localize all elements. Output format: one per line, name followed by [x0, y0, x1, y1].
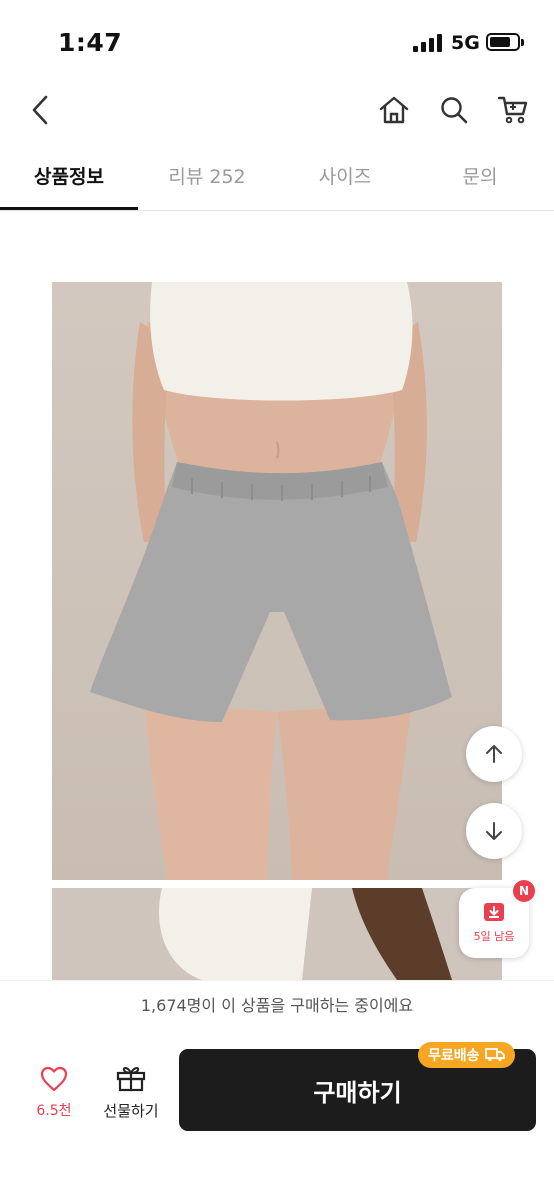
heart-icon [40, 1066, 68, 1092]
signal-icon [413, 34, 442, 52]
purchase-notice: 1,674명이 이 상품을 구매하는 중이에요 [0, 980, 554, 1032]
coupon-button[interactable]: 5일 남음 N [459, 880, 535, 958]
new-badge: N [513, 880, 535, 902]
coupon-label: 5일 남음 [473, 930, 515, 943]
search-button[interactable] [432, 88, 476, 132]
truck-icon [484, 1048, 505, 1062]
gift-label: 선물하기 [103, 1102, 159, 1120]
tab-size[interactable]: 사이즈 [276, 162, 414, 189]
home-icon [379, 96, 409, 124]
top-nav [0, 80, 554, 140]
gift-icon [116, 1067, 146, 1092]
back-icon [32, 95, 48, 125]
gift-button[interactable]: 선물하기 [94, 1064, 168, 1121]
like-button[interactable]: 6.5천 [18, 1066, 90, 1120]
cart-icon [497, 96, 528, 124]
scroll-down-button[interactable] [466, 803, 522, 859]
product-photo-2 [52, 888, 502, 980]
battery-icon [486, 33, 524, 51]
back-button[interactable] [18, 88, 62, 132]
coupon-icon [484, 903, 504, 921]
product-tabs: 상품정보 리뷰 252 사이즈 문의 [0, 150, 554, 211]
product-photo [52, 282, 502, 880]
search-icon [441, 97, 468, 124]
scroll-up-button[interactable] [466, 726, 522, 782]
status-time: 1:47 [58, 28, 123, 57]
active-tab-indicator [0, 207, 138, 210]
tab-inquiry[interactable]: 문의 [414, 162, 546, 189]
home-button[interactable] [372, 88, 416, 132]
free-shipping-label: 무료배송 [428, 1048, 480, 1064]
tab-reviews[interactable]: 리뷰 252 [138, 162, 276, 189]
arrow-down-icon [486, 822, 502, 840]
network-label: 5G [451, 32, 480, 54]
cart-button[interactable] [491, 88, 535, 132]
tab-product-info[interactable]: 상품정보 [0, 162, 138, 189]
arrow-up-icon [486, 745, 502, 763]
free-shipping-badge: 무료배송 [418, 1042, 515, 1068]
like-count: 6.5천 [36, 1103, 72, 1119]
status-bar: 1:47 5G [0, 0, 554, 80]
